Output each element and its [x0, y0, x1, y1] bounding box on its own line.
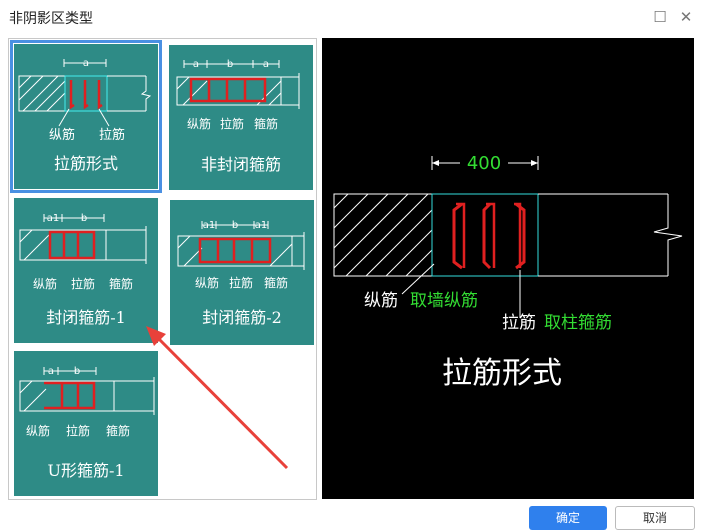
preview-title: 拉筋形式: [442, 356, 562, 391]
card-closed-stirrup-2[interactable]: a1 b a1 纵筋 拉筋 箍筋 封闭箍筋-2: [170, 200, 314, 345]
preview-label-longitudinal: 纵筋: [364, 291, 398, 311]
part-label: 纵筋: [26, 423, 50, 438]
card-label: U形箍筋-1: [47, 461, 125, 480]
preview-diagram: 400 纵筋 取墙纵筋 拉筋 取柱箍筋 拉筋形式: [333, 153, 683, 391]
part-label: 拉筋: [99, 127, 125, 143]
part-label: 纵筋: [33, 276, 57, 291]
type-gallery: a 纵筋 拉筋 拉筋形式 a b a 纵筋 拉筋 箍筋 非封闭箍筋 a1 b 纵…: [8, 38, 317, 500]
preview-label-tie: 拉筋: [502, 313, 536, 333]
preview-pane: 400 纵筋 取墙纵筋 拉筋 取柱箍筋 拉筋形式: [322, 38, 694, 499]
part-label: 拉筋: [71, 276, 95, 291]
dim-label: a: [83, 58, 89, 69]
card-label: 拉筋形式: [53, 154, 118, 173]
dim-label: b: [81, 213, 87, 224]
dim-label: a: [48, 366, 54, 377]
card-label: 封闭箍筋-2: [202, 308, 282, 327]
part-label: 箍筋: [109, 276, 133, 291]
part-label: 纵筋: [195, 275, 219, 290]
preview-label-wall-longitudinal: 取墙纵筋: [410, 291, 478, 311]
part-label: 拉筋: [220, 116, 244, 131]
part-label: 拉筋: [229, 275, 253, 290]
dim-label: a1: [47, 213, 60, 224]
dim-label: a1: [255, 220, 268, 231]
dim-label: b: [232, 220, 238, 231]
card-label: 非封闭箍筋: [200, 155, 281, 174]
dim-label: a: [263, 59, 269, 70]
dim-label: b: [227, 59, 233, 70]
dimension-value: 400: [467, 153, 501, 174]
preview-label-column-stirrup: 取柱箍筋: [544, 313, 612, 333]
part-label: 纵筋: [49, 127, 75, 143]
card-label: 封闭箍筋-1: [46, 308, 126, 327]
dim-label: a1: [203, 220, 216, 231]
ok-button[interactable]: 确定: [529, 506, 607, 530]
dialog-title: 非阴影区类型: [9, 11, 93, 27]
part-label: 箍筋: [264, 275, 288, 290]
card-u-stirrup-1[interactable]: a b 纵筋 拉筋 箍筋 U形箍筋-1: [14, 351, 158, 496]
dim-label: a: [193, 59, 199, 70]
card-tie-bar-form[interactable]: a 纵筋 拉筋 拉筋形式: [10, 40, 162, 193]
maximize-icon[interactable]: ☐: [650, 7, 670, 27]
dim-label: b: [74, 366, 80, 377]
card-open-stirrup[interactable]: a b a 纵筋 拉筋 箍筋 非封闭箍筋: [169, 45, 313, 190]
part-label: 拉筋: [66, 423, 90, 438]
title-bar: 非阴影区类型 ☐ ✕: [0, 0, 703, 34]
close-icon[interactable]: ✕: [676, 7, 696, 27]
cancel-button[interactable]: 取消: [615, 506, 695, 530]
part-label: 纵筋: [187, 116, 211, 131]
card-closed-stirrup-1[interactable]: a1 b 纵筋 拉筋 箍筋 封闭箍筋-1: [14, 198, 158, 343]
part-label: 箍筋: [106, 423, 130, 438]
part-label: 箍筋: [254, 116, 278, 131]
